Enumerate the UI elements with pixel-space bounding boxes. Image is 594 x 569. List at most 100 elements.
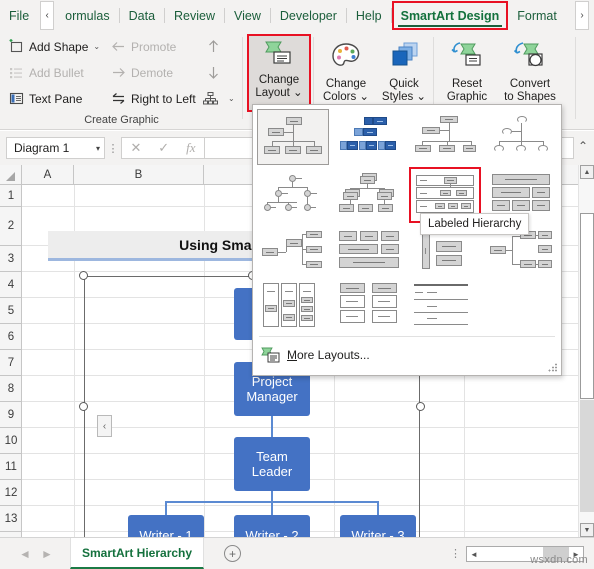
gallery-item-horizontal-hierarchy[interactable] [257,225,329,281]
tab-scroll-right-button[interactable]: › [575,1,589,30]
hscroll-left-button[interactable]: ◄ [467,550,481,559]
vertical-scrollbar[interactable]: ▲ ▼ [578,165,594,537]
group-divider [242,37,243,119]
tab-scroll-left-button[interactable]: ‹ [40,1,55,30]
convert-to-shapes-button[interactable]: Convert to Shapes [498,35,562,111]
thumb-half-circle-organization-chart [490,115,552,159]
row-header-3[interactable]: 3 [0,246,22,272]
smartart-node-writer-3[interactable]: Writer - 3 [340,515,416,537]
sheet-tab-smartart-hierarchy[interactable]: SmartArt Hierarchy [70,538,205,569]
row-header-9[interactable]: 9 [0,402,22,428]
right-to-left-button[interactable]: Right to Left [110,90,196,107]
enter-icon[interactable]: ✓ [158,140,169,156]
tab-developer[interactable]: Developer [271,0,346,31]
row-header-2[interactable]: 2 [0,207,22,246]
move-up-button[interactable] [205,38,226,55]
promote-button[interactable]: Promote [110,38,176,55]
reset-graphic-label-line1: Reset [451,78,483,90]
org-layout-icon [202,90,219,107]
add-shape-caret-icon[interactable]: ⌄ [93,42,100,51]
name-box[interactable]: Diagram 1 ▾ [6,137,105,159]
text-pane-button[interactable]: Text Pane [8,90,82,107]
row-header-7[interactable]: 7 [0,350,22,376]
row-header-5[interactable]: 5 [0,298,22,324]
smartart-node-writer-1[interactable]: Writer - 1 [128,515,204,537]
thumb-organization-chart [262,115,324,159]
gallery-item-lined-list[interactable] [409,277,481,333]
row-header-11[interactable]: 11 [0,454,22,480]
insert-function-icon[interactable]: fx [186,140,195,156]
previous-sheet-icon[interactable]: ◄ [14,547,36,561]
thumb-circle-picture-hierarchy [262,173,324,217]
change-colors-label-line2: Colors ⌄ [322,91,370,103]
row-header-10[interactable]: 10 [0,428,22,454]
add-shape-icon [8,38,25,55]
row-header-13[interactable]: 13 [0,506,22,532]
tab-file[interactable]: File [0,0,38,31]
gallery-item-organization-chart[interactable] [256,108,330,166]
thumb-hierarchy-list [262,283,324,327]
gallery-item-hierarchy[interactable] [333,167,405,223]
more-layouts-menu-item[interactable]: More Layouts... [261,342,555,368]
layout-dropdown-button[interactable]: ⌄ [202,90,235,107]
add-bullet-button[interactable]: Add Bullet [8,64,84,81]
ribbon-collapse-icon[interactable]: ⌃ [578,139,588,153]
tab-view[interactable]: View [225,0,270,31]
layout-caret-icon[interactable]: ⌄ [228,94,235,103]
column-header-b[interactable]: B [74,165,204,185]
column-header-a[interactable]: A [22,165,74,185]
resize-handle-middle-left[interactable] [79,402,88,411]
next-sheet-icon[interactable]: ► [36,547,58,561]
add-shape-label: Add Shape [29,39,89,54]
tab-formulas[interactable]: ormulas [56,0,118,31]
scroll-up-button[interactable]: ▲ [580,165,594,179]
row-header-4[interactable]: 4 [0,272,22,298]
color-palette-icon [329,40,363,74]
cancel-icon[interactable]: ✕ [130,140,141,156]
thumb-lined-list [414,283,476,327]
demote-button[interactable]: Demote [110,64,173,81]
move-up-arrow-icon [205,38,222,55]
row-header-6[interactable]: 6 [0,324,22,350]
row-header-8[interactable]: 8 [0,376,22,402]
change-layout-button[interactable]: Change Layout ⌄ [247,34,311,112]
tab-format[interactable]: Format [508,0,566,31]
scroll-down-button[interactable]: ▼ [580,523,594,537]
gallery-item-horizontal-labeled-hierarchy[interactable] [333,225,405,281]
vertical-scroll-thumb[interactable] [580,213,594,399]
smartart-node-writer-2[interactable]: Writer - 2 [234,515,310,537]
group-divider [575,37,576,119]
sheet-bar-grip[interactable]: ⋮ [450,547,461,560]
row-header-1[interactable]: 1 [0,185,22,207]
gallery-item-circle-picture-hierarchy[interactable] [257,167,329,223]
tab-review[interactable]: Review [165,0,224,31]
thumb-horizontal-organization-chart [338,283,400,327]
vertical-scroll-track[interactable] [580,400,594,512]
resize-handle-top-left[interactable] [79,271,88,280]
change-colors-button[interactable]: Change Colors ⌄ [318,35,374,111]
change-layout-gallery-dropdown: More Layouts... [252,104,562,376]
gallery-item-half-circle-organization-chart[interactable] [485,109,557,165]
move-down-button[interactable] [205,64,226,81]
group-label-create-graphic: Create Graphic [84,114,159,126]
smartart-text-pane-toggle[interactable]: ‹ [97,415,112,437]
tab-smartart-design[interactable]: SmartArt Design [391,1,509,30]
row-header-12[interactable]: 12 [0,480,22,506]
add-sheet-button[interactable]: + [224,545,242,562]
gallery-item-picture-organization-chart[interactable] [333,109,405,165]
quick-styles-button[interactable]: Quick Styles ⌄ [376,35,432,111]
convert-label-line1: Convert [509,78,551,90]
gallery-item-name-title-organization-chart[interactable] [409,109,481,165]
resize-handle-middle-right[interactable] [416,402,425,411]
smartart-node-project-manager-label: Project Manager [246,374,298,404]
reset-graphic-button[interactable]: Reset Graphic [438,35,496,111]
gallery-item-hierarchy-list[interactable] [257,277,329,333]
smartart-node-team-leader[interactable]: Team Leader [234,437,310,491]
add-shape-button[interactable]: Add Shape ⌄ [8,38,100,55]
tab-data[interactable]: Data [120,0,164,31]
tab-help[interactable]: Help [347,0,391,31]
name-box-caret-icon[interactable]: ▾ [96,144,100,153]
gallery-resize-grip[interactable] [548,363,557,372]
gallery-item-horizontal-organization-chart[interactable] [333,277,405,333]
select-all-button[interactable] [0,165,22,185]
